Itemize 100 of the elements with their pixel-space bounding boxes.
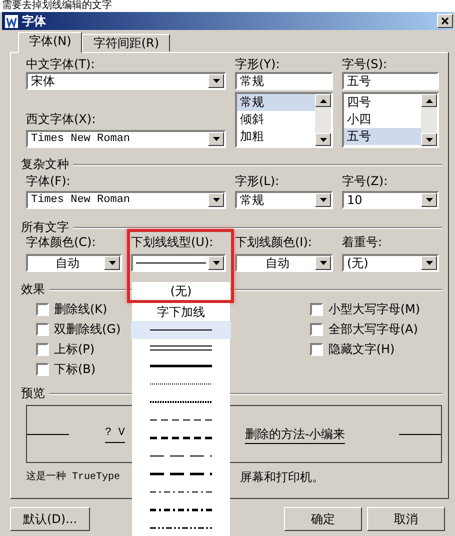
dropdown-button[interactable] xyxy=(208,256,224,270)
dropdown-option[interactable] xyxy=(131,321,231,339)
field-label: 中文字体(T): xyxy=(26,57,96,72)
checkbox-label: 下标(B) xyxy=(54,361,96,378)
caret-icon xyxy=(426,198,432,202)
dropdown-button[interactable] xyxy=(421,256,437,270)
dialog-button[interactable]: 取消 xyxy=(367,507,445,531)
checkbox[interactable] xyxy=(310,342,324,356)
field-label: 字形(Y): xyxy=(235,57,281,72)
scrollbar[interactable] xyxy=(421,94,437,146)
field-label: 字号(S): xyxy=(342,57,388,72)
text-field[interactable]: 常规 xyxy=(235,72,333,90)
combo-box[interactable]: 宋体 xyxy=(26,72,226,90)
checkbox[interactable] xyxy=(36,302,49,316)
underline-style-sample xyxy=(150,434,212,442)
dropdown-button[interactable] xyxy=(208,193,224,207)
scrollbar[interactable] xyxy=(315,94,331,146)
caret-icon xyxy=(108,261,116,265)
checkbox-label: 小型大写字母(M) xyxy=(328,301,420,318)
list-item[interactable]: 常规 xyxy=(237,94,315,111)
list-box[interactable]: 常规 倾斜 加粗 xyxy=(235,92,333,148)
preview-text: 删除的方法-小编来 xyxy=(244,424,346,444)
scroll-up-button[interactable] xyxy=(421,94,437,107)
checkbox[interactable] xyxy=(36,342,49,356)
dropdown-button[interactable] xyxy=(315,256,331,270)
text-field[interactable]: 五号 xyxy=(342,72,439,90)
field-label: 下划线颜色(I): xyxy=(235,235,313,250)
list-item[interactable]: 小四 xyxy=(344,111,421,128)
checkbox[interactable] xyxy=(310,322,324,336)
caret-icon xyxy=(212,261,220,265)
description-text: 这是一种 TrueType xyxy=(26,470,120,484)
checkbox-label: 双删除线(G) xyxy=(54,321,121,338)
field-label: 字体颜色(C): xyxy=(26,235,97,250)
combo-box[interactable]: 常规 xyxy=(235,191,333,209)
checkbox[interactable] xyxy=(36,362,49,376)
caret-icon xyxy=(320,138,326,142)
field-label: 下划线线型(U): xyxy=(131,235,214,250)
close-button[interactable] xyxy=(437,14,453,28)
window-title: 字体 xyxy=(22,13,46,30)
checkbox-label: 全部大写字母(A) xyxy=(328,321,418,338)
section-heading: 复杂文种 xyxy=(21,156,69,173)
dropdown-list[interactable]: (无) 字下加线 xyxy=(131,282,231,536)
scroll-down-button[interactable] xyxy=(315,133,331,146)
description-text: 屏幕和打印机。 xyxy=(240,469,324,486)
underline-style-sample xyxy=(150,344,212,352)
dropdown-button[interactable] xyxy=(104,256,120,270)
list-item[interactable]: 五号 xyxy=(344,128,421,145)
dropdown-button[interactable] xyxy=(421,193,437,207)
combo-box[interactable]: 10 xyxy=(342,191,439,209)
section-heading: 预览 xyxy=(21,385,45,402)
dropdown-button[interactable] xyxy=(208,132,224,146)
section-heading: 效果 xyxy=(21,281,45,298)
list-box[interactable]: 四号 小四 五号 xyxy=(342,92,439,148)
list-item[interactable]: 倾斜 xyxy=(237,111,315,128)
caret-icon xyxy=(426,261,432,265)
caret-icon xyxy=(320,261,326,265)
dropdown-option[interactable] xyxy=(131,519,231,536)
dropdown-button[interactable] xyxy=(315,193,331,207)
close-icon xyxy=(441,17,449,26)
caret-icon xyxy=(320,198,326,202)
tab[interactable]: 字体(N) xyxy=(18,32,82,53)
preview-text: ? V xyxy=(105,425,125,443)
scroll-down-button[interactable] xyxy=(421,133,437,146)
app-icon xyxy=(5,14,18,28)
underline-style-sample xyxy=(150,398,212,406)
combo-box[interactable]: Times New Roman xyxy=(26,130,226,148)
list-item[interactable]: 加粗 xyxy=(237,128,315,145)
caret-icon xyxy=(212,198,220,202)
combo-box[interactable]: 自动 xyxy=(26,254,122,272)
caret-icon xyxy=(212,137,220,141)
dialog-button[interactable]: 默认(D)... xyxy=(10,507,90,531)
underline-style-sample xyxy=(150,506,212,514)
scroll-up-button[interactable] xyxy=(315,94,331,107)
field-label: 着重号: xyxy=(342,235,384,250)
checkbox[interactable] xyxy=(36,322,49,336)
field-label: 字形(L): xyxy=(235,174,280,189)
tab[interactable]: 字符间距(R) xyxy=(82,34,170,52)
combo-box[interactable] xyxy=(131,254,226,272)
caret-icon xyxy=(426,138,432,142)
combo-box[interactable]: 自动 xyxy=(235,254,333,272)
checkbox-label: 隐藏文字(H) xyxy=(328,341,395,358)
field-label: 西文字体(X): xyxy=(26,112,97,127)
combo-box[interactable]: (无) xyxy=(342,254,439,272)
dropdown-button[interactable] xyxy=(208,74,224,88)
dropdown-option[interactable] xyxy=(131,339,231,357)
combo-box[interactable]: Times New Roman xyxy=(26,191,226,209)
section-heading: 所有文字 xyxy=(21,219,69,236)
checkbox[interactable] xyxy=(310,302,324,316)
checkbox-label: 删除线(K) xyxy=(54,301,108,318)
underline-style-sample xyxy=(150,362,212,370)
caret-icon xyxy=(320,98,326,102)
field-label: 字体(F): xyxy=(26,174,72,189)
underline-style-sample xyxy=(150,470,212,478)
dropdown-option[interactable]: 字下加线 xyxy=(131,303,231,321)
field-label: 字号(Z): xyxy=(342,174,389,189)
dropdown-option[interactable]: (无) xyxy=(131,282,231,300)
dialog-button[interactable]: 确定 xyxy=(284,507,362,531)
list-item[interactable]: 四号 xyxy=(344,94,421,111)
checkbox-label: 上标(P) xyxy=(54,341,95,358)
caret-icon xyxy=(426,98,432,102)
